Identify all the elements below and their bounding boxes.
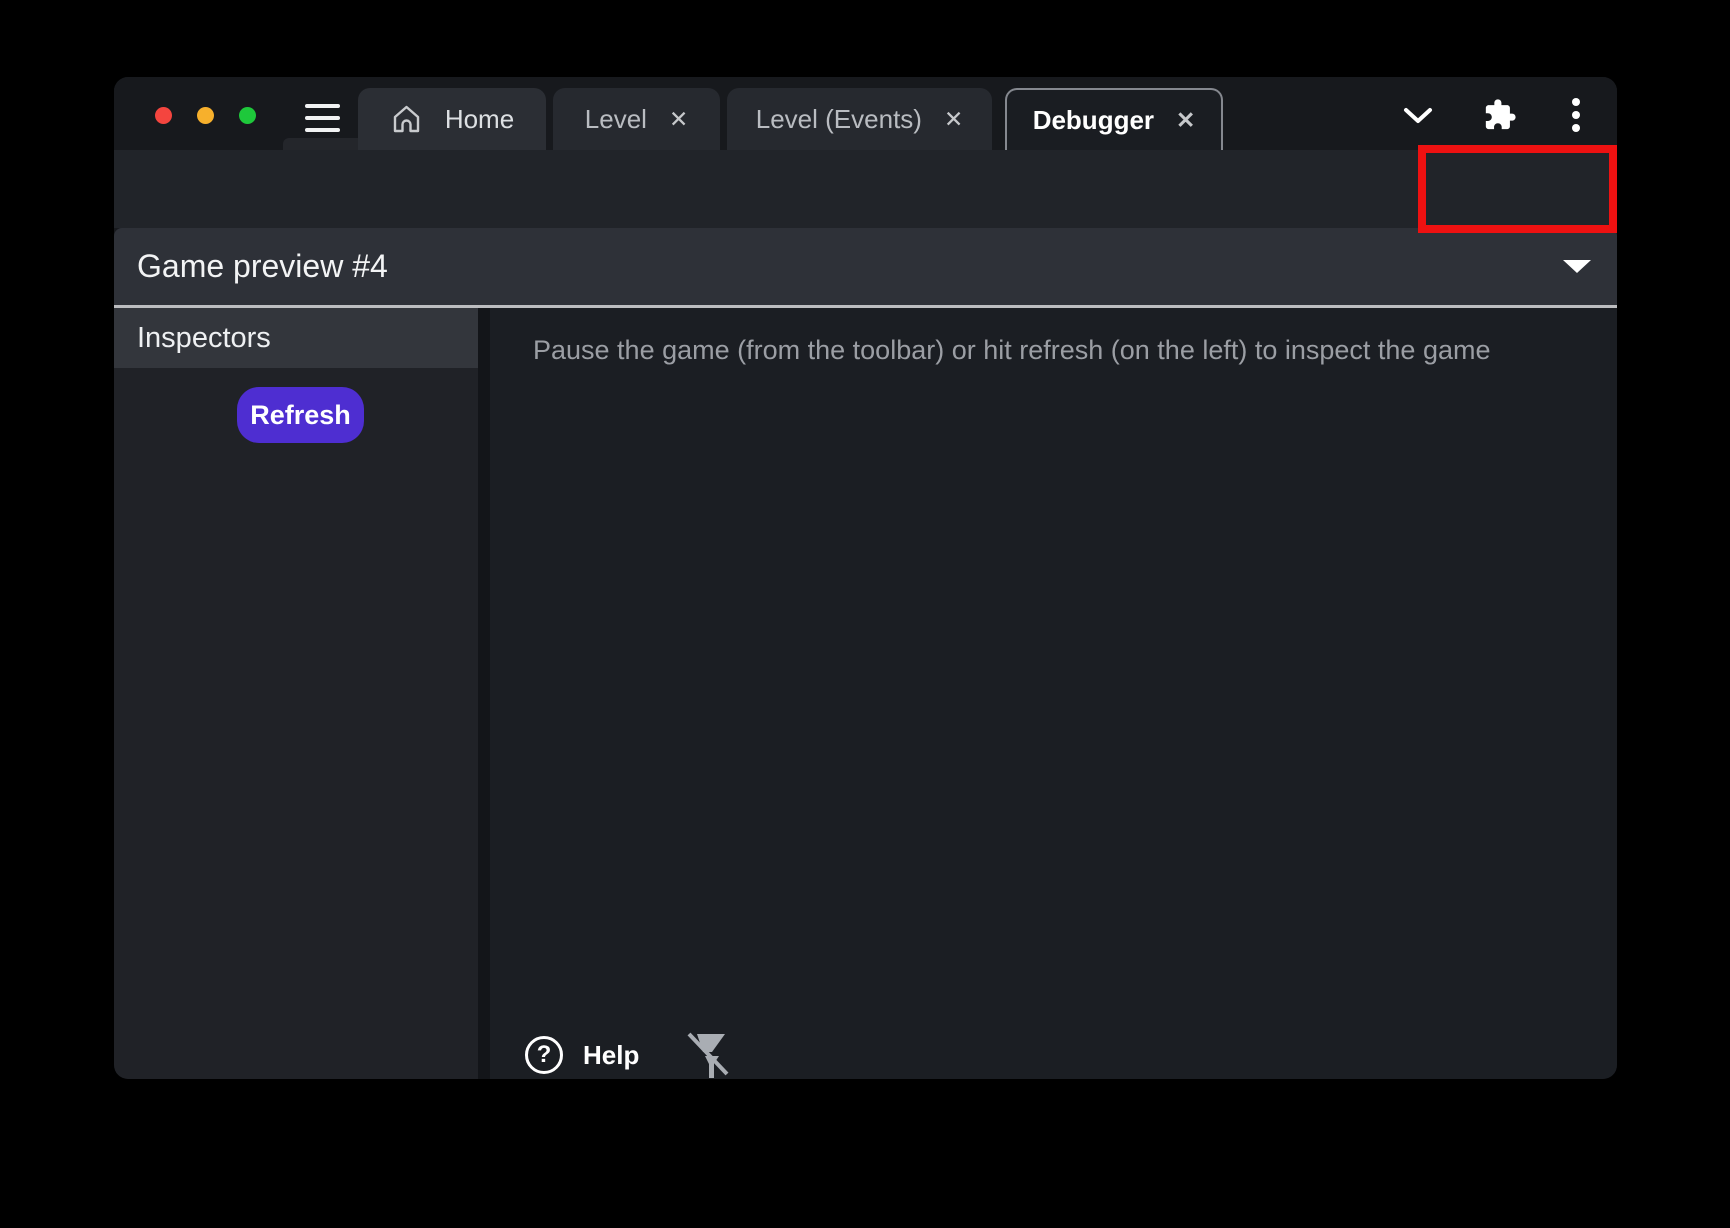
- help-label[interactable]: Help: [583, 1040, 639, 1071]
- footer-row: ? Help: [525, 1030, 731, 1079]
- game-preview-header[interactable]: Game preview #4: [114, 228, 1617, 305]
- hamburger-menu-icon[interactable]: [305, 104, 340, 132]
- dropdown-caret-icon[interactable]: [1563, 260, 1591, 273]
- tab-label: Level: [585, 104, 647, 135]
- tab-home[interactable]: Home: [358, 88, 546, 150]
- inspectors-sidebar: Inspectors Refresh: [114, 308, 478, 1079]
- tab-label: Debugger: [1033, 105, 1154, 136]
- debugger-hint-text: Pause the game (from the toolbar) or hit…: [533, 335, 1491, 366]
- tab-label: Level (Events): [756, 104, 922, 135]
- tab-label: Home: [445, 104, 514, 135]
- tab-level[interactable]: Level ✕: [553, 88, 720, 150]
- game-preview-title: Game preview #4: [137, 248, 388, 285]
- tab-bar: Home Level ✕ Level (Events) ✕ Debugger ✕: [114, 77, 1617, 150]
- flag-off-icon[interactable]: [683, 1030, 731, 1079]
- tab-level-events[interactable]: Level (Events) ✕: [727, 88, 992, 150]
- puzzle-extension-icon[interactable]: [1483, 98, 1517, 132]
- inspectors-title: Inspectors: [137, 322, 271, 355]
- kebab-menu-icon[interactable]: [1572, 98, 1580, 132]
- traffic-minimize-button[interactable]: [197, 107, 214, 124]
- debugger-main-panel: Pause the game (from the toolbar) or hit…: [490, 308, 1617, 1079]
- close-icon[interactable]: ✕: [944, 108, 963, 131]
- tab-debugger[interactable]: Debugger ✕: [1005, 88, 1223, 150]
- traffic-zoom-button[interactable]: [239, 107, 256, 124]
- home-icon: [390, 103, 423, 136]
- close-icon[interactable]: ✕: [1176, 109, 1195, 132]
- app-window: Home Level ✕ Level (Events) ✕ Debugger ✕: [114, 77, 1617, 1079]
- help-icon[interactable]: ?: [525, 1036, 563, 1074]
- inspectors-header: Inspectors: [114, 308, 478, 368]
- close-icon[interactable]: ✕: [669, 108, 688, 131]
- chevron-down-icon[interactable]: [1403, 107, 1433, 124]
- refresh-button[interactable]: Refresh: [237, 387, 364, 443]
- debugger-toolbar: Pause: [114, 150, 1617, 228]
- traffic-close-button[interactable]: [155, 107, 172, 124]
